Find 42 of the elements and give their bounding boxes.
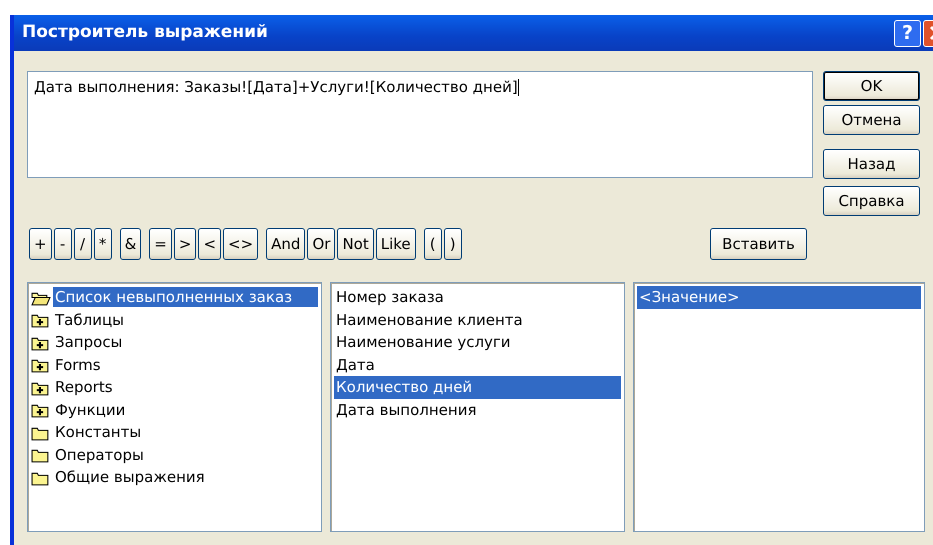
operator-button[interactable]: ( bbox=[424, 228, 442, 260]
field-item[interactable]: Наименование услуги bbox=[334, 331, 621, 354]
tree-item[interactable]: Запросы bbox=[53, 332, 124, 352]
tree-item[interactable]: Константы bbox=[53, 422, 144, 442]
field-item[interactable]: Наименование клиента bbox=[334, 308, 621, 331]
field-item[interactable]: Количество дней bbox=[334, 376, 621, 398]
dialog-button[interactable]: Назад bbox=[823, 149, 920, 179]
operator-button[interactable]: < bbox=[198, 228, 222, 260]
dialog-button[interactable]: Отмена bbox=[823, 105, 920, 135]
operator-button[interactable]: Like bbox=[376, 228, 416, 260]
operator-button[interactable]: / bbox=[74, 228, 92, 260]
operator-button[interactable]: <> bbox=[223, 228, 258, 260]
expression-field[interactable]: Дата выполнения: Заказы![Дата]+Услуги![Количество дней] bbox=[27, 71, 813, 178]
operator-button[interactable]: - bbox=[54, 228, 72, 260]
field-list[interactable]: Номер заказа Наименование клиента Наименование услуги Дата Количество дней Дата выполнения bbox=[330, 282, 625, 532]
tree-item[interactable]: Reports bbox=[53, 377, 115, 398]
operator-button[interactable]: * bbox=[94, 228, 112, 260]
operator-button[interactable]: And bbox=[266, 228, 306, 260]
operator-button[interactable]: & bbox=[120, 228, 142, 260]
tree-item[interactable]: Таблицы bbox=[53, 310, 126, 330]
dialog-button[interactable]: OK bbox=[823, 71, 920, 101]
insert-button[interactable]: Вставить bbox=[710, 228, 807, 260]
operator-button[interactable]: = bbox=[149, 228, 172, 260]
operator-button[interactable]: ) bbox=[444, 228, 462, 260]
field-item[interactable]: Дата bbox=[334, 354, 621, 376]
value-list[interactable]: <Значение> bbox=[633, 282, 925, 532]
help-button[interactable]: Справка bbox=[823, 186, 920, 216]
operator-button[interactable]: Or bbox=[307, 228, 336, 260]
field-item[interactable]: Номер заказа bbox=[334, 286, 621, 308]
operator-button[interactable]: > bbox=[174, 228, 196, 260]
tree-item[interactable]: Общие выражения bbox=[53, 467, 207, 488]
operator-button[interactable]: + bbox=[29, 228, 52, 260]
value-item[interactable]: <Значение> bbox=[637, 286, 921, 308]
field-item[interactable]: Дата выполнения bbox=[334, 398, 621, 421]
tree-item[interactable]: Операторы bbox=[53, 444, 146, 465]
window-title: Построитель выражений bbox=[22, 21, 268, 44]
help-button[interactable]: ? bbox=[894, 20, 921, 46]
operator-button[interactable]: Not bbox=[337, 228, 374, 260]
tree-item[interactable]: Функции bbox=[53, 400, 128, 420]
tree-item[interactable]: Список невыполненных заказ bbox=[53, 287, 318, 308]
category-tree[interactable]: Список невыполненных заказ Таблицы Запросы Forms Reports Функции Константы Операторы Общие выражения bbox=[27, 282, 322, 532]
tree-item[interactable]: Forms bbox=[53, 354, 103, 375]
